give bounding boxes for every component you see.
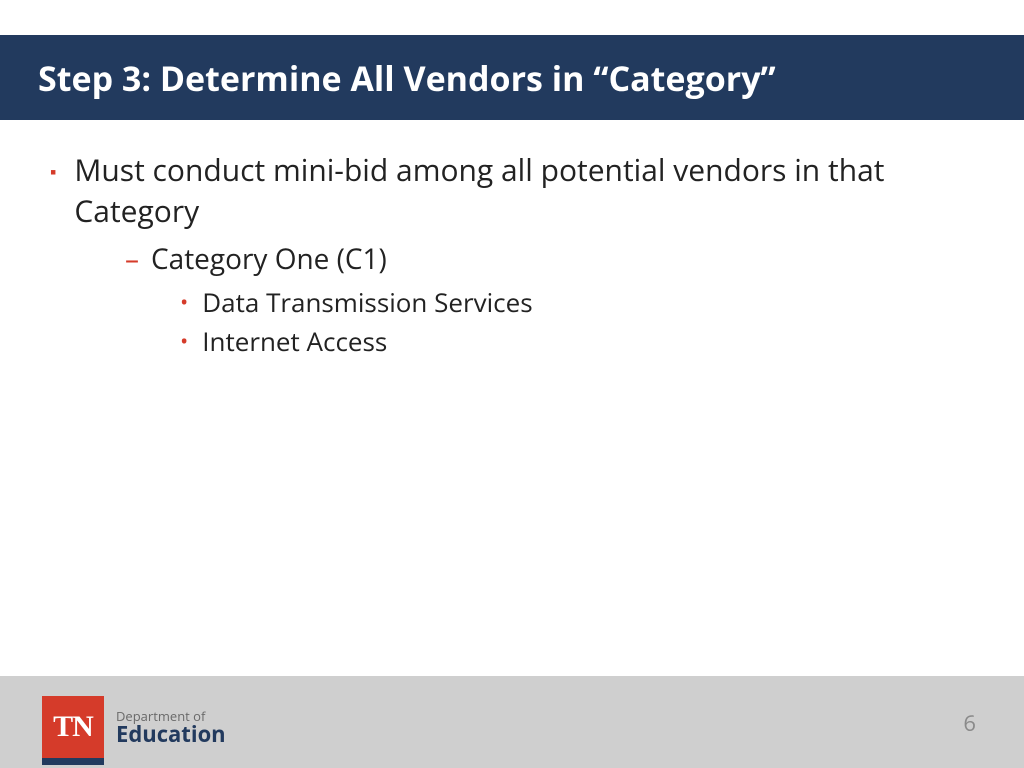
- bullet-l3-text: Internet Access: [202, 324, 387, 359]
- logo-block: TN Department of Education: [42, 696, 226, 758]
- dept-line2: Education: [116, 723, 226, 745]
- department-label: Department of Education: [116, 709, 226, 745]
- bullet-level-3: • Data Transmission Services: [180, 285, 974, 320]
- square-bullet-icon: ▪: [50, 160, 56, 184]
- tn-logo: TN: [42, 696, 104, 758]
- slide-body: ▪ Must conduct mini-bid among all potent…: [50, 150, 974, 361]
- tn-logo-text: TN: [53, 710, 93, 744]
- dot-bullet-icon: •: [180, 326, 188, 356]
- bullet-l3-text: Data Transmission Services: [202, 285, 532, 320]
- bullet-level-1: ▪ Must conduct mini-bid among all potent…: [50, 150, 974, 231]
- dot-bullet-icon: •: [180, 287, 188, 317]
- slide-title: Step 3: Determine All Vendors in “Catego…: [38, 55, 776, 101]
- page-number: 6: [963, 708, 976, 738]
- bullet-l2-text: Category One (C1): [151, 241, 387, 279]
- dash-bullet-icon: –: [125, 241, 139, 277]
- bullet-level-2: – Category One (C1): [125, 241, 974, 279]
- bullet-level-3: • Internet Access: [180, 324, 974, 359]
- logo-underline: [42, 758, 104, 765]
- bullet-l1-text: Must conduct mini-bid among all potentia…: [74, 150, 974, 231]
- title-bar: Step 3: Determine All Vendors in “Catego…: [0, 35, 1024, 120]
